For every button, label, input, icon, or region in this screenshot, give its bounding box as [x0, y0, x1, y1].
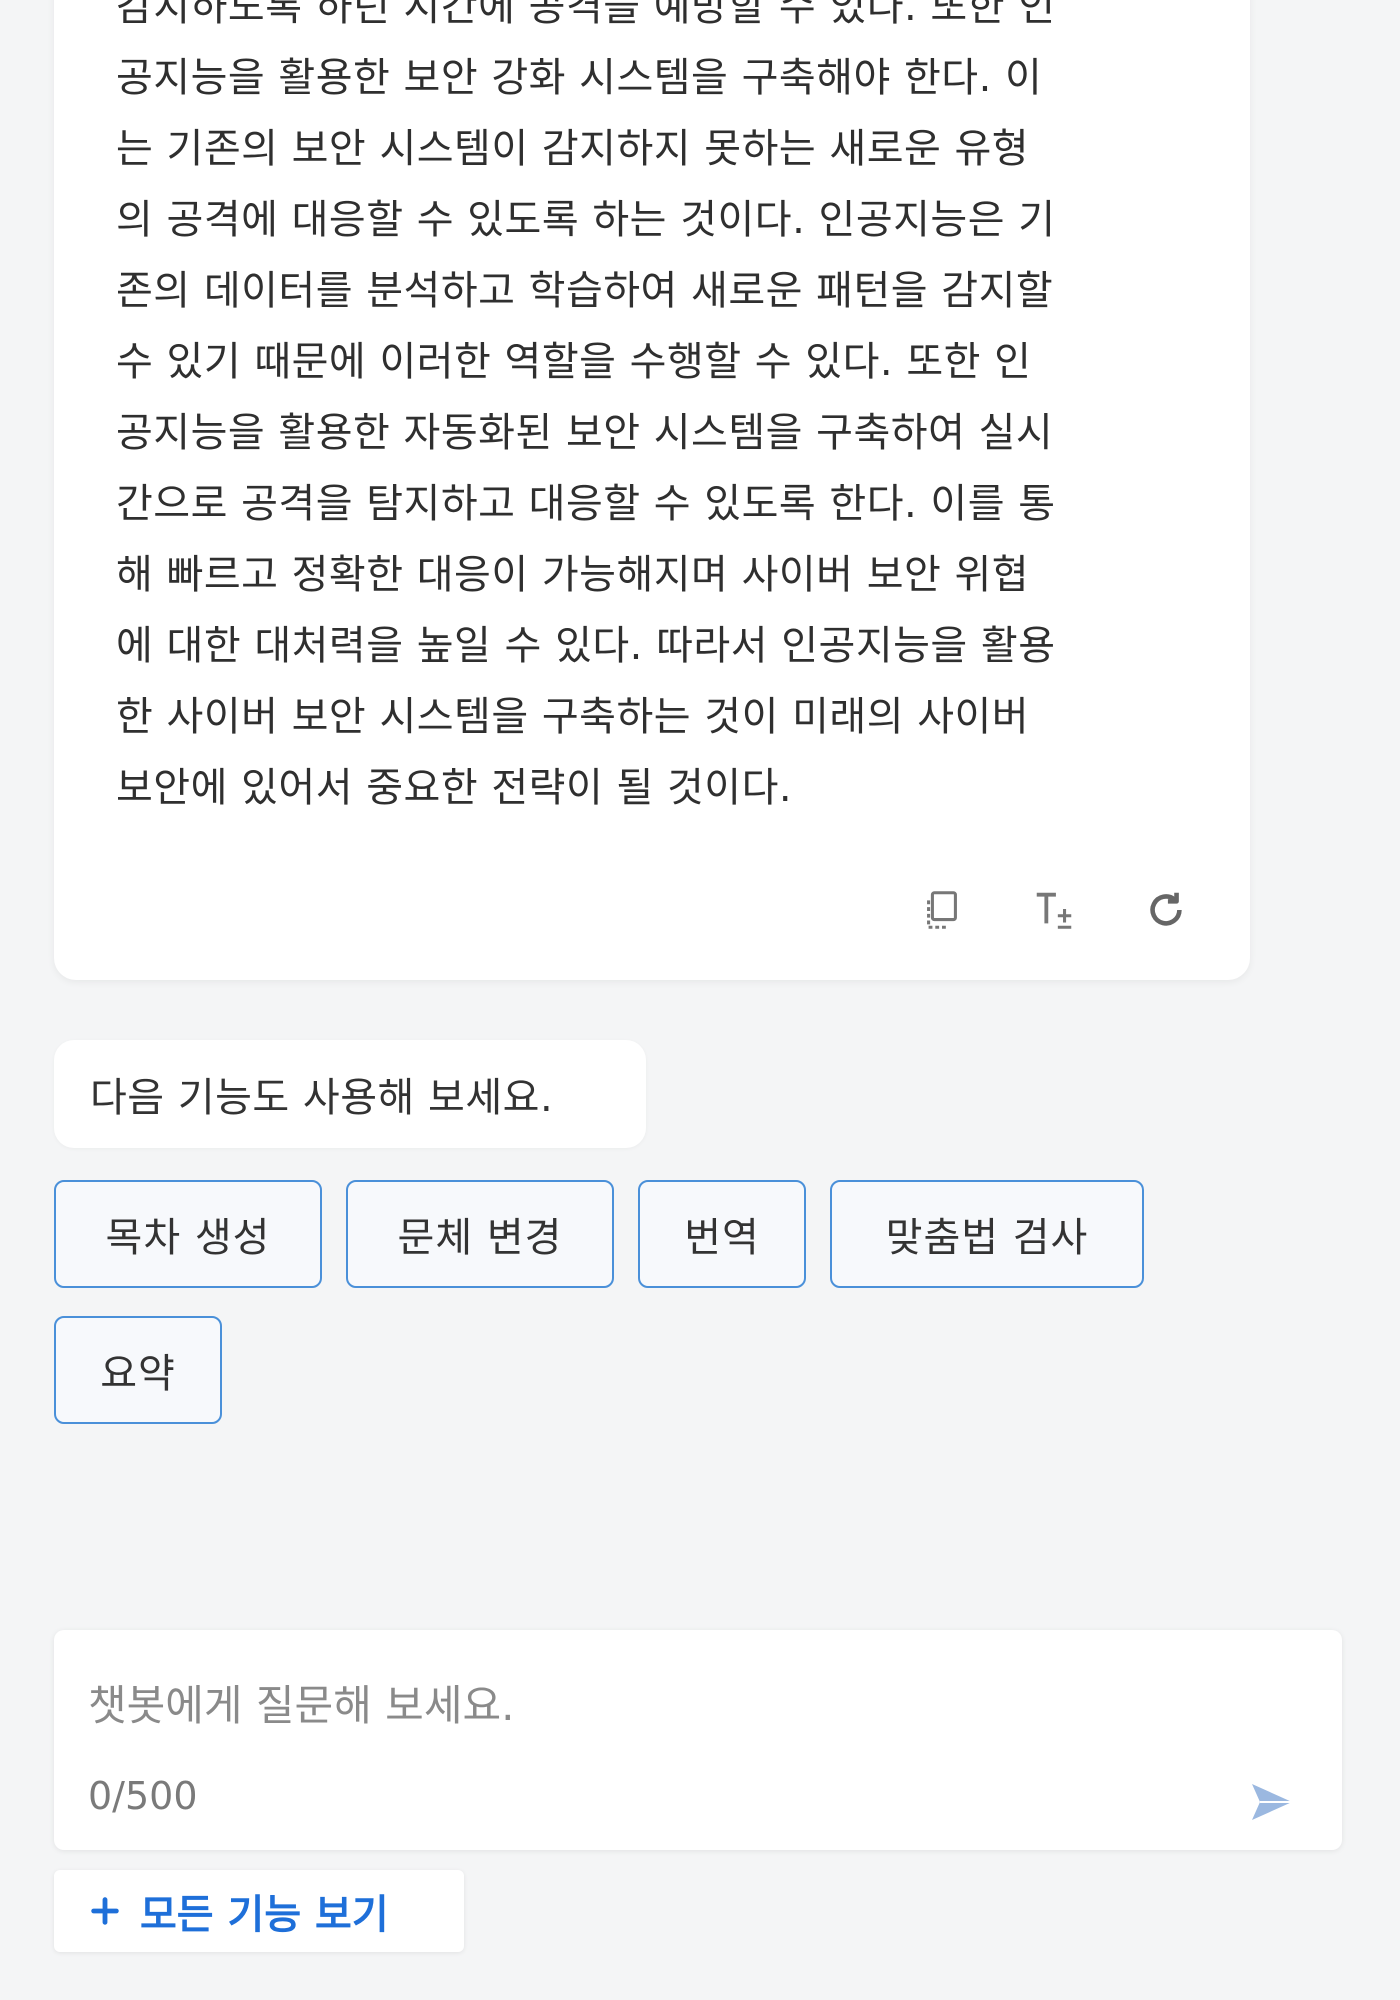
text-size-icon [1036, 892, 1072, 929]
answer-line: 감지하도록 하던 시간에 공격을 예방할 수 있다. 또한 인 [116, 0, 1056, 30]
chip-table-of-contents[interactable]: 목차 생성 [54, 1180, 322, 1288]
chip-change-style[interactable]: 문체 변경 [346, 1180, 614, 1288]
suggestion-prompt: 다음 기능도 사용해 보세요. [54, 1040, 646, 1148]
copy-button[interactable] [916, 884, 968, 936]
all-features-label: 모든 기능 보기 [140, 1892, 389, 1938]
regenerate-button[interactable] [1140, 884, 1192, 936]
copy-icon [927, 891, 957, 929]
answer-card: 감지하도록 하던 시간에 공격을 예방할 수 있다. 또한 인 공지능을 활용한… [54, 0, 1250, 980]
char-counter: 0/500 [88, 1774, 198, 1818]
text-size-button[interactable] [1028, 884, 1080, 936]
answer-line: 보안에 있어서 중요한 전략이 될 것이다. [116, 765, 793, 811]
plus-icon [91, 1897, 119, 1925]
all-features-button[interactable]: 모든 기능 보기 [54, 1870, 464, 1952]
send-icon [1252, 1784, 1292, 1820]
answer-line: 는 기존의 보안 시스템이 감지하지 못하는 새로운 유형 [116, 126, 1030, 172]
answer-line: 해 빠르고 정확한 대응이 가능해지며 사이버 보안 위협 [116, 552, 1030, 598]
answer-line: 존의 데이터를 분석하고 학습하여 새로운 패턴을 감지할 [116, 268, 1054, 314]
refresh-icon [1150, 892, 1182, 926]
chat-input[interactable] [88, 1670, 1188, 1740]
answer-line: 공지능을 활용한 보안 강화 시스템을 구축해야 한다. 이 [116, 55, 1043, 101]
answer-line: 의 공격에 대응할 수 있도록 하는 것이다. 인공지능은 기 [116, 197, 1056, 243]
answer-text: 감지하도록 하던 시간에 공격을 예방할 수 있다. 또한 인 공지능을 활용한… [116, 0, 1196, 824]
answer-line: 한 사이버 보안 시스템을 구축하는 것이 미래의 사이버 [116, 694, 1030, 740]
send-button[interactable] [1242, 1772, 1302, 1832]
answer-line: 에 대한 대처력을 높일 수 있다. 따라서 인공지능을 활용 [116, 623, 1056, 669]
answer-actions [916, 884, 1192, 936]
chip-summary[interactable]: 요약 [54, 1316, 222, 1424]
answer-line: 공지능을 활용한 자동화된 보안 시스템을 구축하여 실시 [116, 410, 1054, 456]
answer-line: 간으로 공격을 탐지하고 대응할 수 있도록 한다. 이를 통 [116, 481, 1056, 527]
chip-translate[interactable]: 번역 [638, 1180, 806, 1288]
answer-line: 수 있기 때문에 이러한 역할을 수행할 수 있다. 또한 인 [116, 339, 1032, 385]
chat-composer: 0/500 [54, 1630, 1342, 1850]
chip-spell-check[interactable]: 맞춤법 검사 [830, 1180, 1144, 1288]
